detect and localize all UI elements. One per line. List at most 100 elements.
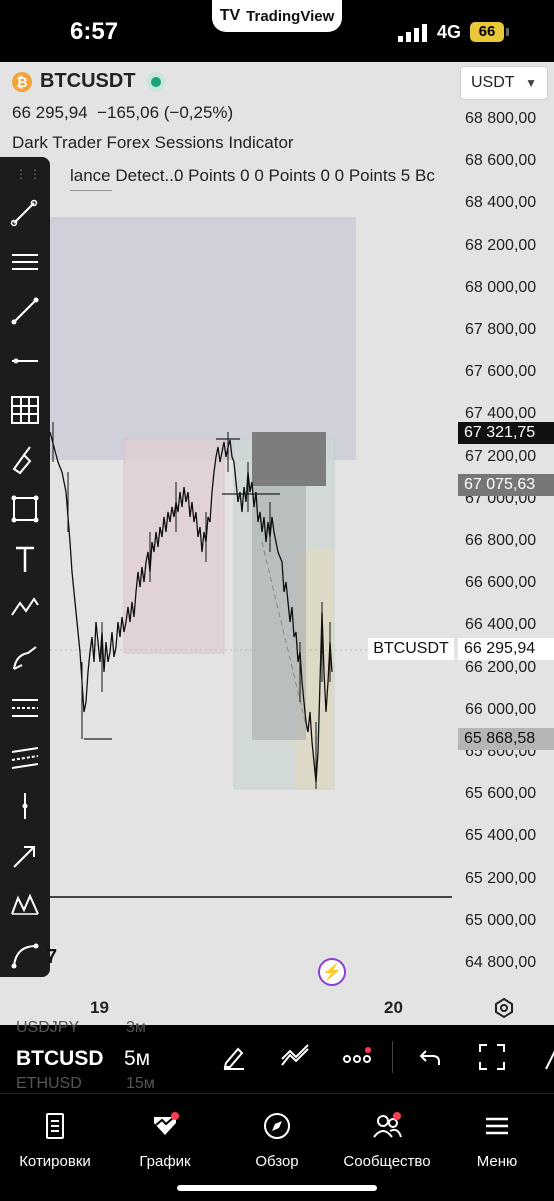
signal-icon <box>398 24 430 42</box>
price-axis-label: 64 800,00 <box>465 954 537 971</box>
price-axis-label: 67 200,00 <box>465 447 537 465</box>
price-axis-label: 66 600,00 <box>465 574 537 592</box>
price-axis-label: 67 400,00 <box>465 405 537 423</box>
legend-underline <box>70 190 112 191</box>
app-pill-label: TradingView <box>246 7 335 25</box>
compass-icon <box>262 1111 292 1153</box>
battery-level: 66 <box>470 22 504 42</box>
price-change-line: 66 295,94 −165,06 (−0,25%) <box>12 103 233 123</box>
drawing-toolbar: ⋮⋮ <box>0 157 50 977</box>
tag-last: 66 295,94 <box>458 638 554 660</box>
more-options-icon[interactable] <box>342 1047 372 1072</box>
price-change: −165,06 (−0,25%) <box>97 103 234 122</box>
price-axis-label: 68 600,00 <box>465 152 537 170</box>
fullscreen-icon[interactable] <box>478 1043 506 1076</box>
arc-icon[interactable] <box>0 930 50 980</box>
tag-high: 67 321,75 <box>458 422 554 444</box>
nav-item-1[interactable]: График <box>110 1100 220 1180</box>
pattern-icon[interactable] <box>0 583 50 633</box>
nav-label: График <box>139 1152 191 1170</box>
currency-select[interactable]: USDT ▼ <box>460 66 548 100</box>
tag-mid: 67 075,63 <box>458 474 554 496</box>
indicators-icon[interactable] <box>280 1043 310 1076</box>
price-axis-label: 68 200,00 <box>465 236 537 254</box>
indicator-legend-sessions[interactable]: Dark Trader Forex Sessions Indicator <box>12 133 294 153</box>
nav-label: Сообщество <box>343 1152 431 1170</box>
ghost-interval-1: 3м <box>126 1019 146 1036</box>
ghost-symbol-2: ETHUSD <box>16 1075 82 1092</box>
price-axis-label: 68 800,00 <box>465 110 537 127</box>
app-pill: TV TradingView <box>212 0 342 32</box>
bottom-symbol-button[interactable]: BTCUSD <box>16 1047 104 1071</box>
horizontal-ray-icon[interactable] <box>0 336 50 386</box>
market-open-icon <box>146 72 166 92</box>
nav-item-3[interactable]: Сообщество <box>332 1100 442 1180</box>
indicator-values: 0 Points 0 0 Points 0 0 Points 5 Bc <box>174 166 435 185</box>
trend-line-icon[interactable] <box>0 286 50 336</box>
drawing-pen-icon[interactable] <box>220 1043 248 1076</box>
price-axis-label: 65 600,00 <box>465 785 537 803</box>
chart-bottom-bar: USDJPY 3м BTCUSD 5м ETHUSD 15м <box>0 1019 554 1093</box>
arrow-icon[interactable] <box>0 831 50 881</box>
curve-brush-icon[interactable] <box>0 633 50 683</box>
undo-icon[interactable] <box>418 1045 442 1074</box>
partial-icon[interactable] <box>538 1043 554 1073</box>
price-axis-label: 68 000,00 <box>465 278 537 296</box>
chevron-down-icon: ▼ <box>525 76 537 90</box>
status-time: 6:57 <box>70 18 119 45</box>
session-box-london <box>123 438 225 654</box>
price-axis-label: 66 400,00 <box>465 616 537 634</box>
chart-icon <box>150 1111 180 1153</box>
tradingview-logo-icon: TV <box>219 7 241 24</box>
interval-button[interactable]: 5м <box>124 1047 150 1071</box>
price-axis-label: 66 200,00 <box>465 658 537 676</box>
time-label-20: 20 <box>384 998 403 1017</box>
fib-retracement-icon[interactable] <box>0 682 50 732</box>
settings-gear-icon[interactable] <box>492 996 516 1020</box>
time-label-19: 19 <box>90 998 109 1017</box>
nav-label: Обзор <box>255 1152 299 1170</box>
price-axis-label: 65 200,00 <box>465 869 537 887</box>
fib-channel-icon[interactable] <box>0 732 50 782</box>
chart-label-seven: 7 <box>46 946 58 968</box>
ghost-interval-2: 15м <box>126 1075 155 1092</box>
session-box-asia <box>50 217 356 460</box>
battery-icon <box>506 28 509 36</box>
order-block-box <box>252 432 326 486</box>
nav-label: Меню <box>476 1152 518 1170</box>
price-axis-label: 65 400,00 <box>465 827 537 845</box>
lightning-icon[interactable]: ⚡ <box>318 958 346 986</box>
indicator-legend-imbalance[interactable]: lance Detect... <box>70 166 179 186</box>
xabcd-pattern-icon[interactable] <box>0 880 50 930</box>
vertical-line-icon[interactable] <box>0 781 50 831</box>
text-icon[interactable] <box>0 534 50 584</box>
nav-item-4[interactable]: Меню <box>442 1100 552 1180</box>
drag-handle-icon[interactable]: ⋮⋮ <box>15 167 43 181</box>
horizontal-lines-icon[interactable] <box>0 237 50 287</box>
home-indicator <box>177 1185 377 1191</box>
nav-item-0[interactable]: Котировки <box>0 1100 110 1180</box>
price-axis-label: 68 400,00 <box>465 194 537 212</box>
price-axis-label: 66 000,00 <box>465 700 537 718</box>
community-icon <box>372 1111 402 1153</box>
nav-item-2[interactable]: Обзор <box>222 1100 332 1180</box>
quotes-icon <box>40 1111 70 1153</box>
current-price: 66 295,94 <box>12 103 88 122</box>
nav-label: Котировки <box>19 1152 91 1170</box>
rectangle-icon[interactable] <box>0 484 50 534</box>
symbol-name[interactable]: BTCUSDT <box>40 70 136 93</box>
toolbar-divider <box>392 1041 393 1073</box>
price-axis-label: 67 600,00 <box>465 363 537 381</box>
brush-icon[interactable] <box>0 435 50 485</box>
bitcoin-icon: ₿ <box>12 72 32 92</box>
tag-low: 65 868,58 <box>458 728 554 750</box>
arrow-cursor-icon[interactable] <box>0 187 50 237</box>
time-axis[interactable]: 19 20 <box>0 990 554 1025</box>
menu-icon <box>482 1111 512 1153</box>
currency-label: USDT <box>471 74 515 91</box>
price-axis-label: 66 800,00 <box>465 532 537 549</box>
ghost-symbol-1: USDJPY <box>16 1019 80 1036</box>
grid-icon[interactable] <box>0 385 50 435</box>
price-axis-label: 65 000,00 <box>465 911 537 929</box>
tag-symbol: BTCUSDT <box>368 638 454 660</box>
